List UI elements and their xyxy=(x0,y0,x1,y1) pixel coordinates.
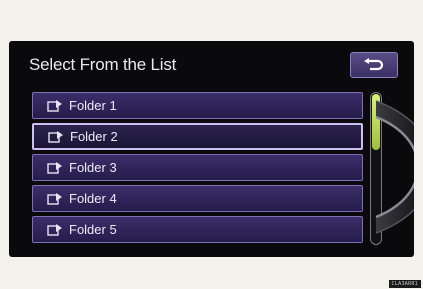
folder-play-icon xyxy=(47,223,62,236)
list-item-folder-4[interactable]: Folder 4 xyxy=(32,185,363,212)
page-title: Select From the List xyxy=(29,55,177,74)
list-item-label: Folder 5 xyxy=(69,222,117,237)
return-arrow-icon xyxy=(364,58,384,71)
list-item-folder-5[interactable]: Folder 5 xyxy=(32,216,363,243)
dial-knob-graphic xyxy=(375,100,414,234)
folder-play-icon xyxy=(47,192,62,205)
list-item-folder-2[interactable]: Folder 2 xyxy=(32,123,363,150)
back-button[interactable] xyxy=(350,52,398,78)
display-screen: Select From the List Folder 1 Folder 2 F… xyxy=(9,41,414,257)
list-item-folder-3[interactable]: Folder 3 xyxy=(32,154,363,181)
figure-code: CLA3AR01 xyxy=(388,280,421,288)
list-item-folder-1[interactable]: Folder 1 xyxy=(32,92,363,119)
folder-play-icon xyxy=(48,130,63,143)
list-item-label: Folder 2 xyxy=(70,129,118,144)
folder-play-icon xyxy=(47,99,62,112)
list-item-label: Folder 3 xyxy=(69,160,117,175)
list-item-label: Folder 1 xyxy=(69,98,117,113)
folder-play-icon xyxy=(47,161,62,174)
list-item-label: Folder 4 xyxy=(69,191,117,206)
folder-list: Folder 1 Folder 2 Folder 3 Folder 4 Fold… xyxy=(32,92,363,247)
